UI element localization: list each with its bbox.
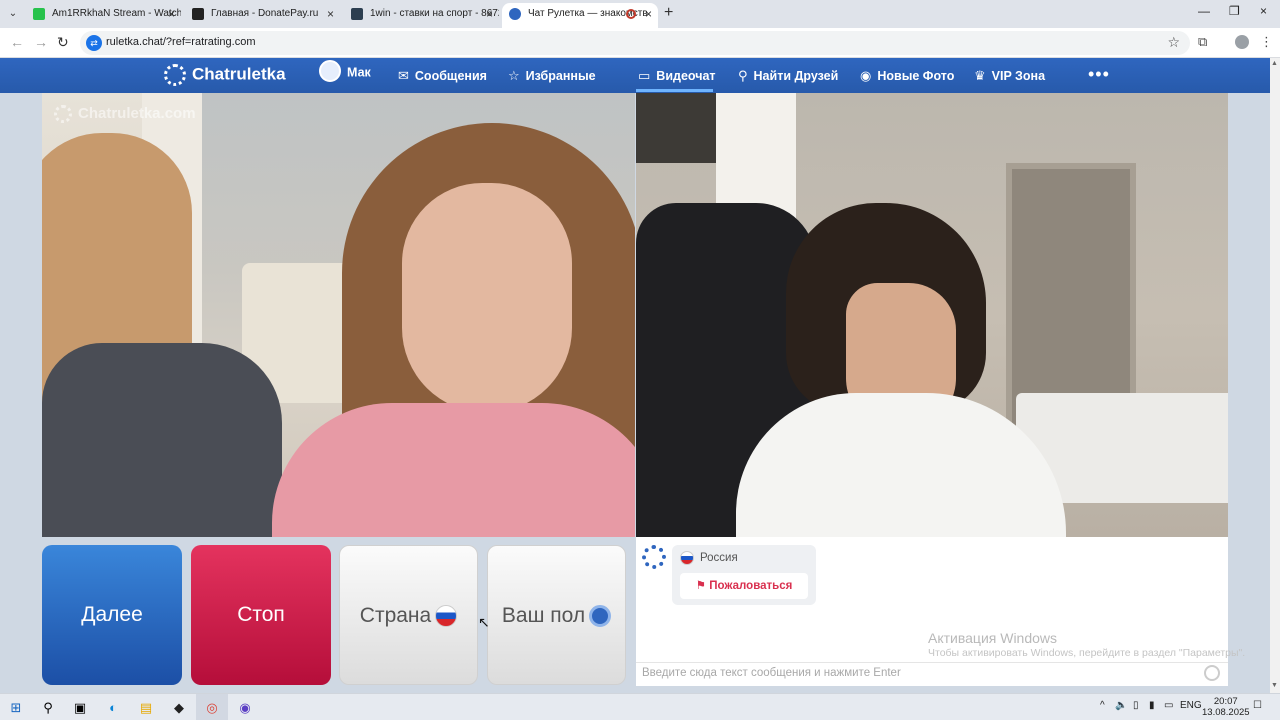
chat-message-input[interactable]: Введите сюда текст сообщения и нажмите E… bbox=[642, 667, 901, 679]
chrome-icon[interactable]: ◎ bbox=[202, 698, 222, 718]
obs-icon[interactable]: ◉ bbox=[235, 698, 255, 718]
network-icon[interactable]: ▯ bbox=[1133, 700, 1139, 711]
browser-tab-4-active[interactable]: Чат Рулетка — знакомств × bbox=[502, 3, 658, 28]
site-logo[interactable]: Chatruletka bbox=[164, 64, 286, 86]
extensions-icon[interactable]: ⧉ bbox=[1198, 34, 1207, 50]
recording-indicator-icon bbox=[626, 9, 636, 19]
bookmark-star-icon[interactable]: ☆ bbox=[1167, 34, 1180, 51]
chatruletka-logo-icon bbox=[164, 64, 186, 86]
nav-messages[interactable]: ✉ Сообщения bbox=[398, 68, 487, 84]
reload-icon[interactable]: ↻ bbox=[57, 34, 69, 51]
stop-button[interactable]: Стоп bbox=[191, 545, 331, 685]
tab-title: Главная - DonatePay.ru bbox=[211, 8, 319, 19]
new-tab-plus-icon[interactable]: + bbox=[664, 4, 673, 22]
video-shelf bbox=[636, 93, 726, 163]
next-button[interactable]: Далее bbox=[42, 545, 182, 685]
partner-country: Россия bbox=[680, 551, 738, 565]
chatruletka-logo-icon bbox=[642, 545, 666, 569]
chatruletka-favicon-icon bbox=[509, 8, 521, 20]
crown-icon: ♛ bbox=[974, 68, 986, 83]
notifications-icon[interactable]: ☐ bbox=[1253, 700, 1262, 711]
minimize-icon[interactable]: — bbox=[1198, 4, 1210, 18]
donatepay-favicon-icon bbox=[192, 8, 204, 20]
more-menu-icon[interactable]: ••• bbox=[1088, 64, 1110, 85]
url-field[interactable]: ⇄ ruletka.chat/?ref=ratrating.com ☆ bbox=[80, 31, 1190, 55]
nav-favorites[interactable]: ☆ Избранные bbox=[508, 68, 596, 84]
browser-tab-strip: ⌄ Am1RRkhaN Stream - Watch L × Главная -… bbox=[0, 0, 1280, 28]
search-icon[interactable]: ⚲ bbox=[38, 698, 58, 718]
scroll-up-icon[interactable]: ▲ bbox=[1271, 60, 1278, 67]
nav-new-photos[interactable]: ◉ Новые Фото bbox=[860, 68, 954, 84]
address-bar-row: ← → ↻ ⇄ ruletka.chat/?ref=ratrating.com … bbox=[0, 28, 1280, 58]
display-icon[interactable]: ▭ bbox=[1164, 700, 1173, 711]
url-text[interactable]: ruletka.chat/?ref=ratrating.com bbox=[106, 36, 256, 48]
edge-browser-icon[interactable]: ◐ bbox=[103, 698, 123, 718]
nav-find-friends[interactable]: ⚲ Найти Друзей bbox=[738, 68, 838, 84]
chat-panel: Россия ⚑ Пожаловаться Активация Windows … bbox=[636, 537, 1245, 686]
microphone-icon[interactable]: ▮ bbox=[1149, 700, 1155, 711]
russia-flag-icon bbox=[435, 605, 458, 628]
kick-favicon-icon bbox=[33, 8, 45, 20]
user-gender-icon bbox=[589, 605, 612, 628]
active-tab-underline bbox=[636, 89, 713, 92]
forward-arrow-icon[interactable]: → bbox=[34, 34, 48, 50]
emoji-icon[interactable] bbox=[1204, 665, 1220, 681]
gender-filter-button[interactable]: Ваш пол bbox=[487, 545, 626, 685]
1win-favicon-icon bbox=[351, 8, 363, 20]
video-camera-icon: ▭ bbox=[638, 68, 651, 83]
chat-divider bbox=[636, 662, 1228, 663]
close-icon[interactable]: × bbox=[486, 3, 493, 25]
own-webcam-video bbox=[636, 93, 1228, 537]
country-filter-button[interactable]: Страна bbox=[339, 545, 478, 685]
tray-chevron-icon[interactable]: ^ bbox=[1100, 700, 1105, 711]
profile-avatar-icon[interactable] bbox=[1235, 35, 1249, 49]
close-icon[interactable]: × bbox=[168, 3, 175, 25]
person-shirt bbox=[272, 403, 635, 537]
windows-activation-subtitle: Чтобы активировать Windows, перейдите в … bbox=[928, 647, 1246, 659]
site-info-icon[interactable]: ⇄ bbox=[86, 35, 102, 51]
report-button[interactable]: ⚑ Пожаловаться bbox=[680, 573, 808, 599]
video-watermark: Chatruletka.com bbox=[54, 105, 196, 124]
language-indicator[interactable]: ENG bbox=[1180, 700, 1202, 711]
person-left-body bbox=[42, 343, 282, 537]
windows-activation-title: Активация Windows bbox=[928, 630, 1058, 646]
app-icon[interactable]: ◆ bbox=[169, 698, 189, 718]
windows-taskbar: ⊞ ⚲ ▣ ◐ ▤ ◆ ◎ ◉ ^ 🔈 ▯ ▮ ▭ ENG 20:07 13.0… bbox=[0, 693, 1280, 720]
russia-flag-icon bbox=[680, 551, 694, 565]
browser-tab-3[interactable]: 1win - ставки на спорт - 8672 × bbox=[344, 3, 499, 28]
browser-menu-icon[interactable]: ⋮ bbox=[1260, 34, 1273, 50]
browser-tab-2[interactable]: Главная - DonatePay.ru × bbox=[185, 3, 340, 28]
system-clock[interactable]: 20:07 13.08.2025 bbox=[1202, 696, 1250, 718]
site-header: Chatruletka Мак ✉ Сообщения ☆ Избранные ▭ В… bbox=[0, 58, 1270, 93]
search-icon: ⚲ bbox=[738, 68, 748, 83]
user-avatar-icon bbox=[319, 60, 341, 82]
close-icon[interactable]: × bbox=[327, 3, 334, 25]
tab-list-chevron-icon[interactable]: ⌄ bbox=[4, 5, 22, 23]
page-scrollbar[interactable]: ▲ ▼ bbox=[1270, 58, 1280, 693]
partner-info-card: Россия ⚑ Пожаловаться bbox=[672, 545, 816, 605]
tab-title: Am1RRkhaN Stream - Watch L bbox=[52, 8, 181, 19]
task-view-icon[interactable]: ▣ bbox=[70, 698, 90, 718]
speaker-icon[interactable]: 🔈 bbox=[1115, 700, 1127, 711]
envelope-icon: ✉ bbox=[398, 68, 409, 83]
back-arrow-icon[interactable]: ← bbox=[10, 34, 24, 50]
mouse-cursor-icon: ↖ bbox=[478, 614, 490, 630]
nav-profile[interactable]: Мак bbox=[319, 60, 371, 82]
window-close-icon[interactable]: × bbox=[1260, 4, 1267, 18]
tab-title: 1win - ставки на спорт - 8672 bbox=[370, 8, 499, 19]
file-explorer-icon[interactable]: ▤ bbox=[136, 698, 156, 718]
maximize-icon[interactable]: ❐ bbox=[1229, 4, 1240, 18]
windows-start-icon[interactable]: ⊞ bbox=[6, 698, 26, 718]
browser-tab-1[interactable]: Am1RRkhaN Stream - Watch L × bbox=[26, 3, 181, 28]
person-face bbox=[402, 183, 572, 413]
nav-vip-zone[interactable]: ♛ VIP Зона bbox=[974, 68, 1045, 84]
nav-videochat[interactable]: ▭ Видеочат bbox=[638, 68, 716, 84]
camera-icon: ◉ bbox=[860, 68, 872, 83]
partner-video: Chatruletka.com bbox=[42, 93, 635, 537]
watermark-logo-icon bbox=[54, 105, 72, 124]
scroll-down-icon[interactable]: ▼ bbox=[1271, 682, 1278, 689]
close-icon[interactable]: × bbox=[645, 3, 652, 25]
star-icon: ☆ bbox=[508, 68, 520, 83]
flag-icon: ⚑ bbox=[695, 580, 706, 592]
